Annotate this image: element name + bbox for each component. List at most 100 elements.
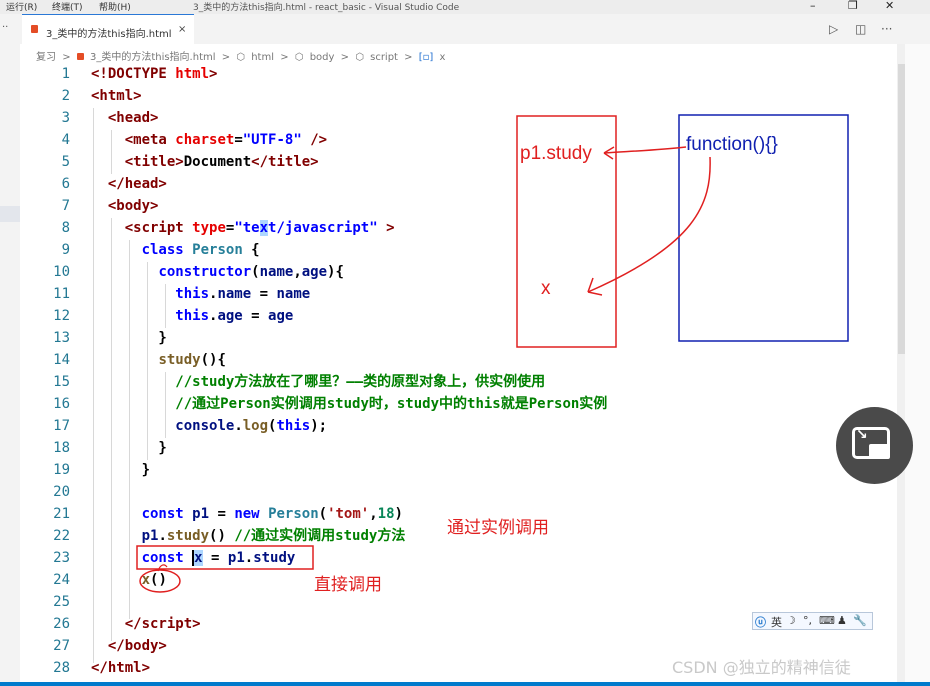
breadcrumb-sep: >: [404, 52, 413, 63]
code-line[interactable]: </html>: [91, 657, 150, 679]
arrowhead: [603, 146, 615, 160]
line-number: 12: [53, 308, 70, 324]
run-icon[interactable]: ▷: [829, 22, 838, 36]
code-line[interactable]: p1.study() //通过实例调用study方法: [91, 525, 406, 547]
breadcrumb-sep: >: [340, 52, 349, 63]
line-number: 13: [53, 330, 70, 346]
breadcrumb-sep: >: [221, 52, 231, 63]
code-line[interactable]: <title>Document</title>: [91, 151, 319, 173]
code-line[interactable]: </head>: [91, 173, 167, 195]
pip-window-icon: [869, 444, 890, 459]
indent-guide: [165, 284, 166, 328]
code-line[interactable]: </body>: [91, 635, 167, 657]
variable-icon: [▫]: [418, 52, 434, 63]
label-function: function(){}: [686, 134, 778, 155]
line-number: 25: [53, 594, 70, 610]
line-number: 3: [61, 110, 70, 126]
line-number: 15: [53, 374, 70, 390]
more-actions-icon[interactable]: ···: [881, 22, 892, 36]
indent-guide: [93, 108, 94, 663]
line-number: 10: [53, 264, 70, 280]
breadcrumb-file[interactable]: 3_类中的方法this指向.html: [90, 52, 216, 63]
split-editor-icon[interactable]: ◫: [855, 22, 866, 36]
line-number: 17: [53, 418, 70, 434]
label-p1-study: p1.study: [520, 143, 592, 164]
code-line[interactable]: <body>: [91, 195, 159, 217]
indent-guide: [129, 240, 130, 619]
line-number: 27: [53, 638, 70, 654]
indent-guide: [147, 262, 148, 460]
ime-toolbar[interactable]: ⓤ 英 ☽ °, ⌨ ♟ 🔧: [752, 612, 873, 630]
tab-close-icon[interactable]: ×: [178, 24, 186, 35]
ime-keyboard-icon[interactable]: ⌨: [819, 614, 835, 627]
line-number: 1: [61, 66, 70, 82]
menu-run[interactable]: 运行(R): [6, 0, 37, 13]
line-number: 7: [61, 198, 70, 214]
status-bar: [0, 682, 930, 686]
code-line[interactable]: }: [91, 459, 150, 481]
line-number: 5: [61, 154, 70, 170]
code-line[interactable]: class Person {: [91, 239, 260, 261]
ime-lang[interactable]: 英: [771, 614, 782, 630]
line-number: 24: [53, 572, 70, 588]
more-icon[interactable]: ··: [2, 22, 8, 33]
line-number: 16: [53, 396, 70, 412]
menu-terminal[interactable]: 终端(T): [52, 0, 83, 13]
indent-guide: [165, 372, 166, 438]
indent-guide: [111, 218, 112, 641]
breadcrumb-folder[interactable]: 复习: [36, 52, 56, 63]
ime-user-icon[interactable]: ♟: [837, 614, 847, 627]
scrollbar-thumb[interactable]: [898, 64, 905, 354]
ime-settings-icon[interactable]: 🔧: [853, 614, 867, 627]
close-window-icon[interactable]: ✕: [885, 0, 894, 12]
line-number: 6: [61, 176, 70, 192]
line-number: 11: [53, 286, 70, 302]
code-line[interactable]: const p1 = new Person('tom',18): [91, 503, 403, 525]
line-number: 2: [61, 88, 70, 104]
code-line[interactable]: <head>: [91, 107, 159, 129]
code-line[interactable]: console.log(this);: [91, 415, 327, 437]
title-bar: 运行(R) 终端(T) 帮助(H) 3_类中的方法this指向.html - r…: [0, 0, 930, 14]
code-line[interactable]: this.age = age: [91, 305, 293, 327]
code-line[interactable]: <meta charset="UTF-8" />: [91, 129, 327, 151]
window-title: 3_类中的方法this指向.html - react_basic - Visua…: [193, 3, 460, 13]
tab-label: 3_类中的方法this指向.html: [46, 29, 172, 40]
code-line[interactable]: //通过Person实例调用study时，study中的this就是Person…: [91, 393, 607, 415]
html-file-icon: [76, 53, 84, 60]
minimize-icon[interactable]: –: [810, 0, 816, 12]
code-line[interactable]: const x = p1.study: [91, 547, 295, 569]
restore-icon[interactable]: ❐: [848, 0, 858, 12]
code-line[interactable]: this.name = name: [91, 283, 310, 305]
breadcrumb-x[interactable]: x: [440, 52, 446, 63]
watermark: CSDN @独立的精神信徒: [672, 658, 851, 677]
breadcrumb-body[interactable]: body: [310, 52, 335, 63]
editor-tab-bar: ·· 3_类中的方法this指向.html × ▷ ◫ ···: [0, 14, 930, 45]
ime-punct-icon[interactable]: °,: [803, 614, 812, 627]
pip-button[interactable]: ↘: [836, 407, 913, 484]
code-line[interactable]: <html>: [91, 85, 142, 107]
cube-icon: ⬡: [236, 52, 246, 63]
arrowhead: [587, 277, 603, 296]
code-line[interactable]: </script>: [91, 613, 201, 635]
line-number: 8: [61, 220, 70, 236]
html-file-icon: [31, 25, 38, 33]
label-direct-call: 直接调用: [314, 575, 382, 594]
breadcrumb-html[interactable]: html: [251, 52, 274, 63]
tab-html-file[interactable]: 3_类中的方法this指向.html ×: [22, 14, 194, 45]
breadcrumb-sep: >: [62, 52, 71, 63]
line-number: 18: [53, 440, 70, 456]
line-number: 9: [61, 242, 70, 258]
cube-icon: ⬡: [294, 52, 304, 63]
line-number: 19: [53, 462, 70, 478]
pip-arrow-icon: ↘: [856, 427, 868, 443]
ime-moon-icon[interactable]: ☽: [786, 614, 796, 627]
code-line[interactable]: //study方法放在了哪里？——类的原型对象上，供实例使用: [91, 371, 545, 393]
activity-strip: [0, 44, 20, 686]
minimap[interactable]: [905, 44, 930, 686]
label-x: x: [541, 278, 551, 299]
breadcrumb-script[interactable]: script: [370, 52, 398, 63]
menu-help[interactable]: 帮助(H): [99, 0, 131, 13]
explorer-highlight: [0, 206, 20, 222]
code-line[interactable]: <!DOCTYPE html>: [91, 63, 217, 85]
code-line[interactable]: <script type="text/javascript" >: [91, 217, 395, 239]
